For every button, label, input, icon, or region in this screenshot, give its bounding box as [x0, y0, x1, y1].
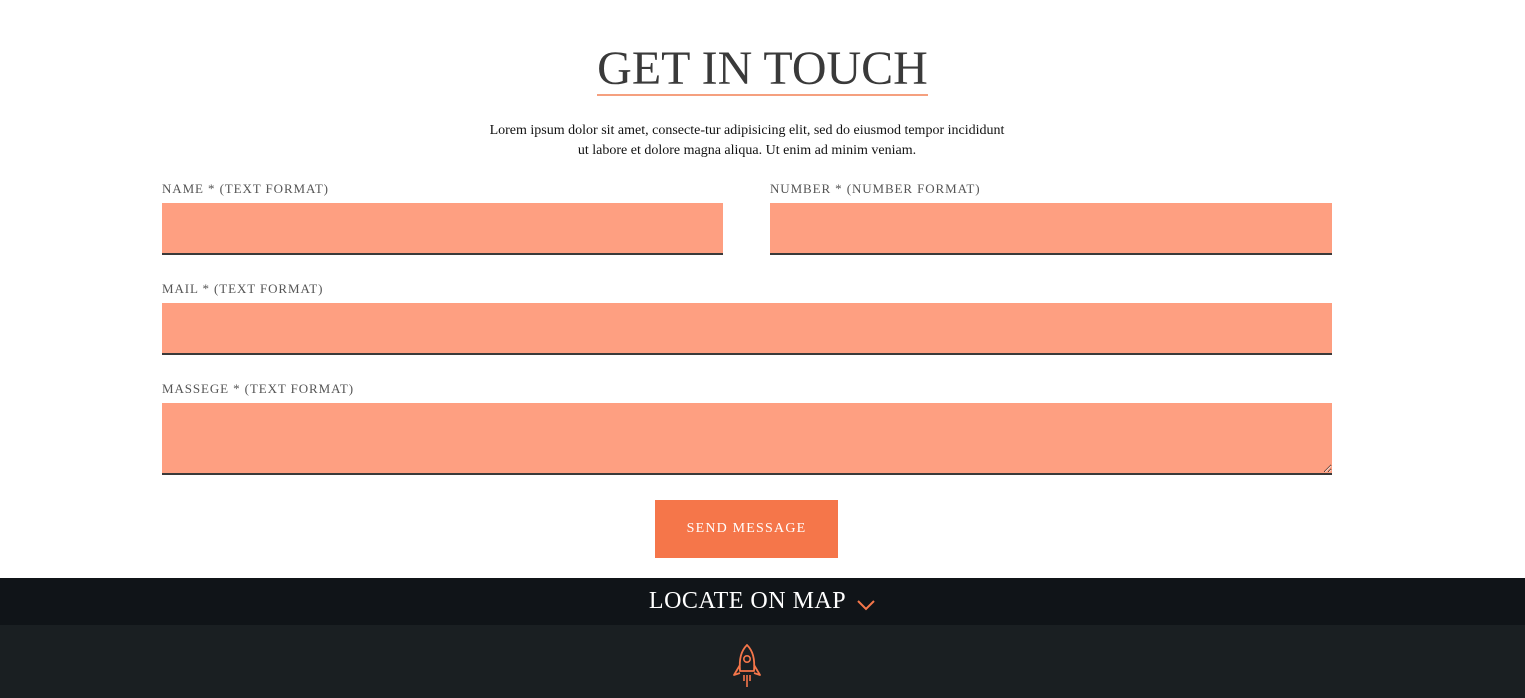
page: GET IN TOUCH Lorem ipsum dolor sit amet,…	[0, 0, 1525, 698]
mail-input[interactable]	[162, 303, 1332, 355]
locate-on-map-bar: LOCATE ON MAP	[0, 578, 1525, 625]
intro-line-1: Lorem ipsum dolor sit amet, consecte-tur…	[489, 123, 1005, 138]
number-input[interactable]	[770, 203, 1332, 255]
contact-section: GET IN TOUCH Lorem ipsum dolor sit amet,…	[0, 0, 1525, 578]
section-title-wrapper: GET IN TOUCH	[0, 44, 1525, 96]
message-label: MASSEGE * (TEXT FORMAT)	[162, 381, 354, 396]
name-label: NAME * (TEXT FORMAT)	[162, 181, 329, 196]
locate-on-map-toggle[interactable]: LOCATE ON MAP	[0, 578, 1525, 625]
number-label: NUMBER * (NUMBER FORMAT)	[770, 181, 981, 196]
rocket-icon	[731, 643, 763, 691]
section-title: GET IN TOUCH	[597, 42, 928, 96]
send-message-button[interactable]: SEND MESSAGE	[655, 500, 838, 558]
chevron-down-icon	[856, 598, 876, 610]
locate-on-map-label: LOCATE ON MAP	[648, 588, 847, 614]
message-textarea[interactable]	[162, 403, 1332, 475]
intro-line-2: ut labore et dolore magna aliqua. Ut eni…	[577, 143, 917, 158]
mail-label: MAIL * (TEXT FORMAT)	[162, 281, 324, 296]
intro-text: Lorem ipsum dolor sit amet, consecte-tur…	[462, 121, 1032, 161]
name-input[interactable]	[162, 203, 723, 255]
